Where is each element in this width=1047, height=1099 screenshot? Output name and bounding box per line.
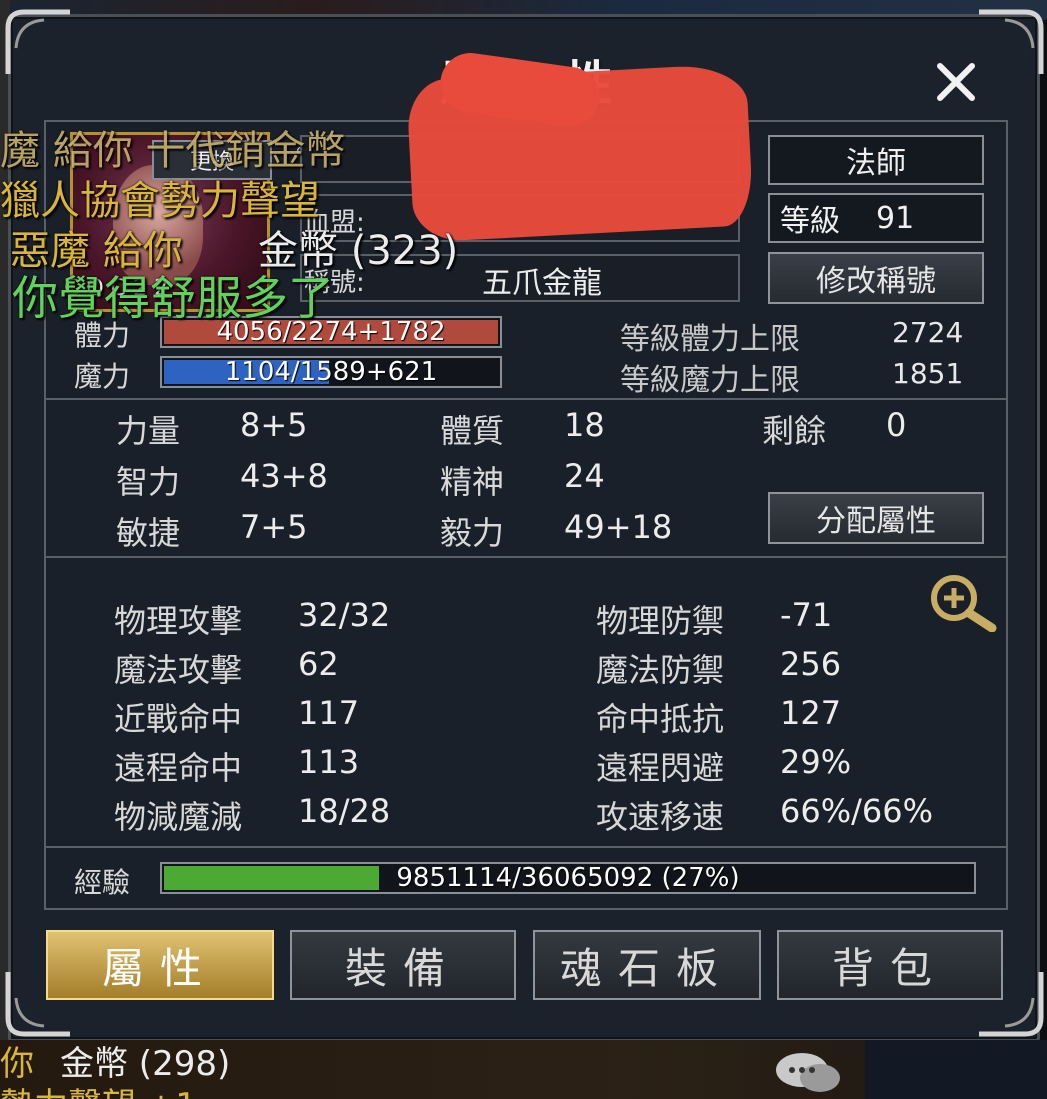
rename-title-button[interactable]: 修改稱號 [768, 252, 984, 304]
combat-stat-name: 魔法攻擊 [114, 651, 243, 689]
remaining-label: 剩餘 [762, 412, 827, 450]
attr-value: 7+5 [240, 508, 308, 546]
corner-ornament-top-left [4, 8, 74, 78]
combat-stat-value: -71 [780, 596, 833, 634]
corner-ornament-top-right [975, 8, 1045, 78]
combat-stat-value: 127 [780, 694, 842, 732]
level-value: 91 [876, 200, 915, 236]
chat-line: 你覺得舒服多了 [12, 271, 334, 325]
chat-button[interactable] [772, 1050, 842, 1099]
allocate-attributes-button[interactable]: 分配屬性 [768, 492, 984, 544]
level-box: 等級 91 [768, 193, 984, 243]
combat-stat-name: 魔法防禦 [596, 651, 725, 689]
level-label: 等級 [780, 204, 840, 239]
remaining-value: 0 [886, 406, 907, 444]
combat-stat-value: 66%/66% [780, 792, 934, 830]
attr-value: 18 [564, 406, 605, 444]
mp-label: 魔力 [74, 360, 131, 393]
combat-stat-value: 256 [780, 645, 842, 683]
combat-stat-name: 物減魔減 [114, 798, 243, 836]
title-value: 五爪金龍 [482, 266, 602, 301]
divider [44, 398, 1008, 400]
attr-value: 8+5 [240, 406, 308, 444]
bottom-chat-line: 勢力聲望 +1 [0, 1078, 197, 1099]
combat-stat-name: 物理攻擊 [114, 602, 243, 640]
exp-bar-text: 9851114/36065092 (27%) [396, 863, 740, 893]
divider [44, 846, 1008, 848]
combat-stat-name: 遠程命中 [114, 749, 243, 787]
mp-bar: 1104/1589+621 [160, 356, 502, 388]
attr-value: 49+18 [564, 508, 673, 546]
combat-stat-name: 命中抵抗 [596, 700, 725, 738]
attr-value: 43+8 [240, 457, 328, 495]
tab-attributes[interactable]: 屬性 [46, 930, 274, 1000]
speech-bubble-icon [776, 1053, 840, 1092]
zoom-button[interactable] [922, 572, 1002, 633]
tab-equipment[interactable]: 裝備 [290, 930, 516, 1000]
divider [44, 556, 1008, 558]
combat-stat-value: 62 [298, 645, 339, 683]
combat-stat-value: 29% [780, 743, 852, 781]
tab-inventory[interactable]: 背包 [777, 930, 1003, 1000]
attr-name: 敏捷 [116, 514, 181, 552]
chat-background-right [865, 1040, 1047, 1099]
combat-stat-name: 攻速移速 [596, 798, 725, 836]
attr-name: 體質 [440, 412, 505, 450]
hp-cap-label: 等級體力上限 [620, 322, 800, 357]
exp-label: 經驗 [74, 866, 131, 899]
combat-stat-value: 117 [298, 694, 360, 732]
combat-stat-value: 18/28 [298, 792, 391, 830]
class-box: 法師 [768, 135, 984, 185]
exp-bar: 9851114/36065092 (27%) [160, 862, 976, 894]
attr-value: 24 [564, 457, 605, 495]
close-button[interactable] [930, 56, 982, 108]
attr-name: 力量 [116, 412, 181, 450]
tab-soulstone[interactable]: 魂石板 [533, 930, 761, 1000]
hp-cap-value: 2724 [892, 316, 964, 349]
close-icon [937, 63, 975, 101]
combat-stat-value: 113 [298, 743, 360, 781]
attr-name: 智力 [116, 463, 181, 501]
mp-bar-text: 1104/1589+621 [224, 357, 438, 387]
attr-name: 毅力 [440, 514, 505, 552]
combat-stat-name: 近戰命中 [114, 700, 243, 738]
mp-cap-label: 等級魔力上限 [620, 363, 800, 398]
combat-stat-name: 物理防禦 [596, 602, 725, 640]
zoom-in-icon [931, 575, 997, 633]
attr-name: 精神 [440, 463, 505, 501]
combat-stat-name: 遠程閃避 [596, 749, 725, 787]
combat-stat-value: 32/32 [298, 596, 391, 634]
mp-cap-value: 1851 [892, 357, 964, 390]
